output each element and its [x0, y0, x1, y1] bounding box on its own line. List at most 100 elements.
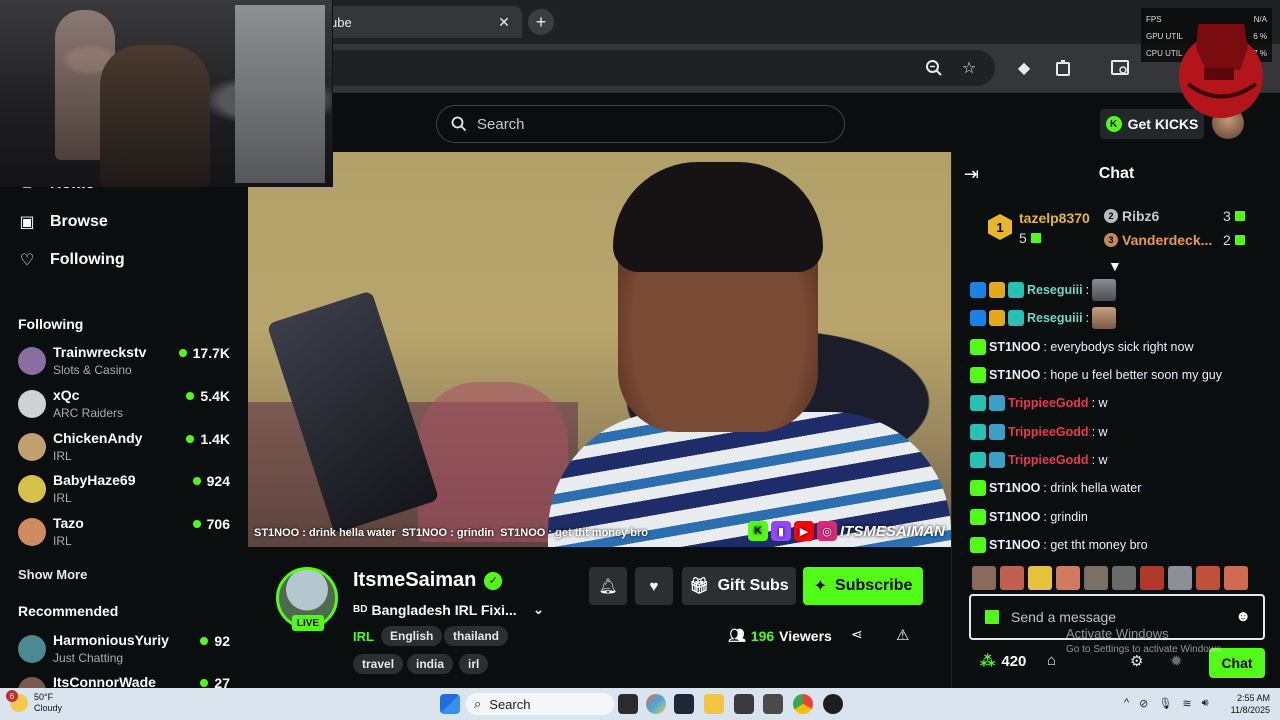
network-off-icon[interactable]: ⊘ — [1139, 697, 1148, 710]
tag[interactable]: thailand — [444, 626, 509, 646]
leader-entry[interactable]: 3 Vanderdeck... — [1104, 232, 1212, 248]
weather-widget[interactable]: 6 50°F Cloudy — [6, 690, 62, 714]
chat-message[interactable]: TrippieeGodd: w — [970, 446, 1270, 474]
store-icon[interactable]: ⌂ — [1047, 652, 1056, 669]
steam-icon[interactable] — [674, 694, 694, 714]
stream-category[interactable]: IRL — [353, 629, 374, 644]
chat-username[interactable]: ST1NOO — [989, 510, 1040, 524]
chevron-up-icon[interactable]: ^ — [1124, 697, 1129, 710]
chat-username[interactable]: ST1NOO — [989, 538, 1040, 552]
tab-close-icon[interactable]: ✕ — [494, 12, 514, 32]
chat-username[interactable]: Reseguiii — [1027, 311, 1083, 325]
app-icon[interactable] — [734, 694, 754, 714]
expand-leaderboard-icon[interactable]: ▼ — [1108, 258, 1122, 274]
activate-windows-watermark: Activate Windows Go to Settings to activ… — [1066, 626, 1224, 655]
sidebar-item-browse[interactable]: ▣ Browse — [18, 208, 107, 236]
gift-subs-button[interactable]: 🎁︎ Gift Subs — [682, 567, 796, 605]
chatter-avatar[interactable] — [1112, 566, 1136, 590]
following-channel[interactable]: BabyHaze69 IRL 924 — [18, 472, 234, 508]
search-input[interactable]: Search — [436, 105, 845, 143]
chatter-avatar[interactable] — [1000, 566, 1024, 590]
microphone-icon[interactable]: 🎙︎ — [1158, 697, 1172, 710]
address-bar[interactable] — [300, 50, 995, 86]
video-player[interactable]: ST1NOO : drink hella water ST1NOO : grin… — [248, 152, 951, 547]
leader-entry[interactable]: 2 Ribz6 — [1104, 208, 1159, 224]
leader-name[interactable]: tazelp8370 — [1019, 210, 1090, 226]
chatter-avatar[interactable] — [1056, 566, 1080, 590]
chat-message[interactable]: ST1NOO: drink hella water — [970, 474, 1270, 502]
follow-heart-button[interactable]: ♥ — [635, 567, 673, 605]
chat-message[interactable]: Reseguiii: — [970, 304, 1270, 332]
chat-message[interactable]: ST1NOO: hope u feel better soon my guy — [970, 361, 1270, 389]
stream-title-row[interactable]: BD Bangladesh IRL Fixi... ⌄ — [353, 601, 544, 618]
live-dot-icon — [178, 349, 187, 357]
tab-search-icon[interactable] — [1107, 54, 1135, 82]
following-channel[interactable]: xQc ARC Raiders 5.4K — [18, 387, 234, 423]
chrome-icon[interactable] — [793, 694, 813, 714]
chat-message[interactable]: ST1NOO: everybodys sick right now — [970, 333, 1270, 361]
channel-points[interactable]: ⁂ 420 — [980, 652, 1026, 671]
viewer-count: 👥︎ 196 Viewers — [728, 627, 832, 644]
live-dot-icon — [186, 435, 195, 443]
channel-name[interactable]: ItsmeSaiman — [353, 569, 476, 592]
zoom-icon[interactable] — [920, 54, 948, 82]
following-channel[interactable]: Tazo IRL 706 — [18, 515, 234, 551]
leader-name: Vanderdeck... — [1122, 232, 1213, 248]
following-channel[interactable]: ChickenAndy IRL 1.4K — [18, 430, 234, 466]
volume-icon[interactable]: 🔊︎ — [1202, 697, 1209, 710]
chat-username[interactable]: TrippieeGodd — [1008, 396, 1089, 410]
windows-start-icon[interactable] — [440, 694, 460, 714]
notification-bell-button[interactable]: 🔔︎ — [589, 567, 627, 605]
chatter-avatar[interactable] — [1196, 566, 1220, 590]
wifi-icon[interactable]: ≋ — [1182, 697, 1191, 710]
chat-username[interactable]: Reseguiii — [1027, 283, 1083, 297]
taskbar-search[interactable]: ⌕ Search — [466, 693, 614, 715]
temperature: 50°F — [34, 692, 54, 702]
chat-username[interactable]: ST1NOO — [989, 481, 1040, 495]
new-tab-button[interactable]: + — [528, 9, 554, 35]
chatter-avatar[interactable] — [1028, 566, 1052, 590]
subscribe-button[interactable]: ✦ Subscribe — [803, 567, 923, 605]
copilot-icon[interactable] — [646, 694, 666, 714]
chatter-avatar[interactable] — [1084, 566, 1108, 590]
chat-message[interactable]: Reseguiii: — [970, 276, 1270, 304]
chevron-down-icon[interactable]: ⌄ — [533, 601, 545, 618]
app-icon[interactable] — [763, 694, 783, 714]
chatter-avatar[interactable] — [1140, 566, 1164, 590]
verified-check-icon: ✓ — [484, 571, 503, 590]
emoji-picker-icon[interactable]: ☻ — [1235, 608, 1251, 625]
gift-icon[interactable] — [985, 610, 999, 624]
recommended-channel[interactable]: ItsConnorWade 27 — [18, 674, 234, 688]
chat-message[interactable]: ST1NOO: grindin — [970, 502, 1270, 530]
following-channel[interactable]: Trainwreckstv Slots & Casino 17.7K — [18, 344, 234, 380]
chat-username[interactable]: ST1NOO — [989, 368, 1040, 382]
chat-message[interactable]: ST1NOO: get tht money bro — [970, 531, 1270, 559]
sidebar-item-following[interactable]: ♡ Following — [18, 246, 125, 274]
tag[interactable]: irl — [459, 654, 489, 674]
file-explorer-icon[interactable] — [704, 694, 724, 714]
chat-username[interactable]: TrippieeGodd — [1008, 453, 1089, 467]
chat-message[interactable]: TrippieeGodd: w — [970, 389, 1270, 417]
tag[interactable]: travel — [353, 654, 404, 674]
browser-tab[interactable]: ube ✕ — [300, 6, 522, 38]
chat-message[interactable]: TrippieeGodd: w — [970, 417, 1270, 445]
channel-category: Slots & Casino — [53, 363, 132, 377]
task-view-icon[interactable] — [618, 694, 638, 714]
chat-username[interactable]: ST1NOO — [989, 340, 1040, 354]
chatter-avatar[interactable] — [1224, 566, 1248, 590]
extension-gem-icon[interactable]: ◆ — [1010, 54, 1038, 82]
chat-username[interactable]: TrippieeGodd — [1008, 425, 1089, 439]
report-warning-icon[interactable]: ⚠ — [896, 626, 909, 644]
tag[interactable]: English — [381, 626, 443, 646]
show-more-button[interactable]: Show More — [18, 567, 87, 582]
share-icon[interactable]: ⋖ — [851, 626, 863, 643]
tag[interactable]: india — [407, 654, 454, 674]
channel-name: BabyHaze69 — [53, 472, 136, 488]
chatter-avatar[interactable] — [1168, 566, 1192, 590]
recommended-channel[interactable]: HarmoniousYuriy Just Chatting 92 — [18, 632, 234, 668]
obs-icon[interactable] — [823, 694, 843, 714]
extensions-puzzle-icon[interactable] — [1050, 54, 1078, 82]
system-clock[interactable]: 2:55 AM 11/8/2025 — [1222, 692, 1270, 716]
bookmark-star-icon[interactable]: ☆ — [955, 54, 983, 82]
chatter-avatar[interactable] — [972, 566, 996, 590]
